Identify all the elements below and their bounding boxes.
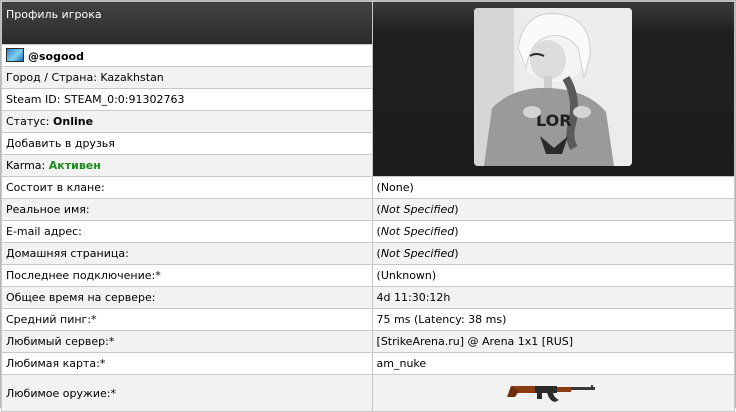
detail-row: Состоит в клане: (None) — [1, 176, 736, 199]
detail-row: E-mail адрес: (Not Specified) — [1, 220, 736, 243]
detail-label: E-mail адрес: — [1, 220, 373, 243]
profile-table: Профиль игрока LOR @sogood Город / Стран… — [1, 1, 736, 412]
weapon-row: Любимое оружие:* — [1, 374, 736, 412]
favorite-map-value: am_nuke — [376, 357, 427, 370]
detail-row: Общее время на сервере: 4d 11:30:12h — [1, 286, 736, 309]
country-flag-icon — [6, 48, 24, 62]
clan-value: (None) — [376, 181, 414, 194]
profile-header: Профиль игрока — [1, 1, 373, 45]
profile-title: Профиль игрока — [6, 8, 102, 21]
detail-label: Любимый сервер:* — [1, 330, 373, 353]
detail-row: Любимый сервер:* [StrikeArena.ru] @ Aren… — [1, 330, 736, 353]
status-value: Online — [53, 115, 94, 128]
detail-row: Любимая карта:* am_nuke — [1, 352, 736, 375]
detail-value: (Not Specified) — [371, 242, 736, 265]
steam-id-label: Steam ID: — [6, 93, 61, 106]
avatar-cell: LOR — [371, 1, 736, 177]
svg-text:LOR: LOR — [536, 111, 572, 130]
player-name[interactable]: @sogood — [28, 50, 84, 63]
email-value: Not Specified — [380, 225, 455, 238]
favorite-server-value: [StrikeArena.ru] @ Arena 1x1 [RUS] — [376, 335, 574, 348]
detail-label: Общее время на сервере: — [1, 286, 373, 309]
detail-value: 75 ms (Latency: 38 ms) — [371, 308, 736, 331]
city-label: Город / Страна: — [6, 71, 97, 84]
detail-row: Последнее подключение:* (Unknown) — [1, 264, 736, 287]
weapon-cell — [371, 374, 736, 412]
player-profile-panel: Профиль игрока LOR @sogood Город / Стран… — [0, 0, 736, 412]
karma-label: Karma: — [6, 159, 46, 172]
city-value: Kazakhstan — [100, 71, 164, 84]
detail-value: (Unknown) — [371, 264, 736, 287]
detail-value: am_nuke — [371, 352, 736, 375]
detail-row: Домашняя страница: (Not Specified) — [1, 242, 736, 265]
detail-value: (Not Specified) — [371, 220, 736, 243]
detail-label: Средний пинг:* — [1, 308, 373, 331]
ak47-rifle-icon — [507, 384, 596, 402]
avatar-photo: LOR — [474, 8, 633, 166]
ping-value: 75 ms (Latency: 38 ms) — [376, 313, 507, 326]
detail-value: 4d 11:30:12h — [371, 286, 736, 309]
detail-value: (None) — [371, 176, 736, 199]
detail-label: Реальное имя: — [1, 198, 373, 221]
add-friend-link[interactable]: Добавить в друзья — [6, 137, 115, 150]
detail-label: Состоит в клане: — [1, 176, 373, 199]
homepage-value: Not Specified — [380, 247, 455, 260]
detail-label: Любимая карта:* — [1, 352, 373, 375]
karma-value: Активен — [48, 159, 101, 172]
detail-value: (Not Specified) — [371, 198, 736, 221]
real-name-value: Not Specified — [380, 203, 455, 216]
detail-row: Средний пинг:* 75 ms (Latency: 38 ms) — [1, 308, 736, 331]
detail-value: [StrikeArena.ru] @ Arena 1x1 [RUS] — [371, 330, 736, 353]
weapon-label: Любимое оружие:* — [1, 374, 373, 412]
detail-label: Домашняя страница: — [1, 242, 373, 265]
steam-id-value: STEAM_0:0:91302763 — [63, 93, 185, 106]
status-label: Статус: — [6, 115, 50, 128]
detail-label: Последнее подключение:* — [1, 264, 373, 287]
avatar[interactable]: LOR — [474, 8, 633, 166]
total-time-value: 4d 11:30:12h — [376, 291, 451, 304]
detail-row: Реальное имя: (Not Specified) — [1, 198, 736, 221]
last-connect-value: (Unknown) — [376, 269, 437, 282]
